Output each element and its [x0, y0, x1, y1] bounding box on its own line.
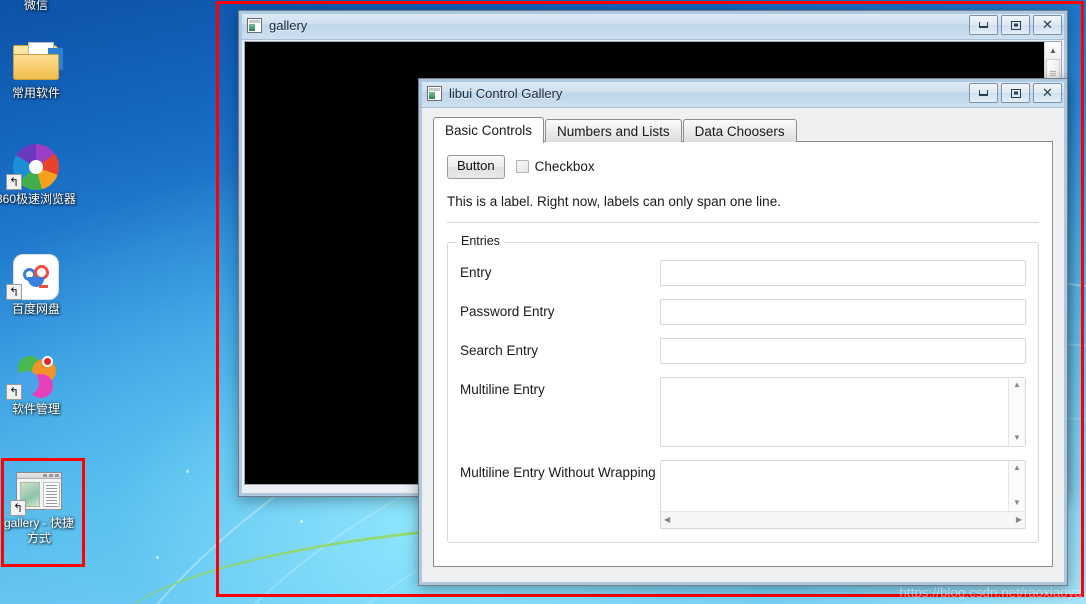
desktop-icon-label: 软件管理 [11, 402, 60, 416]
entry-input[interactable] [660, 259, 1026, 286]
description-label: This is a label. Right now, labels can o… [447, 193, 781, 209]
desktop-icon-wechat[interactable]: 微信 [0, 0, 78, 13]
checkbox-box-icon[interactable] [515, 160, 529, 174]
scroll-up-icon[interactable]: ▲ [1009, 461, 1025, 476]
desktop-icon-label: 微信 [23, 0, 48, 12]
form-row-multiline-entry: Multiline Entry ▲ ▼ [460, 376, 1026, 447]
baidu-netdisk-icon: ↰ [0, 252, 78, 302]
multiline-entry-no-wrap-control[interactable]: ▲ ▼ ◀ ▶ [660, 459, 1026, 529]
tab-numbers-and-lists[interactable]: Numbers and Lists [545, 119, 682, 142]
shortcut-arrow-icon: ↰ [6, 384, 22, 400]
desktop-icon-label: gallery - 快捷方式 [3, 516, 74, 545]
scroll-up-icon[interactable]: ▲ [1009, 378, 1025, 393]
close-button[interactable]: ✕ [1033, 15, 1062, 35]
form-row-entry: Entry [460, 259, 1026, 286]
desktop-icon-label: 常用软件 [11, 86, 60, 100]
multiline-entry-text-area[interactable] [661, 377, 1008, 446]
libui-control-gallery-window[interactable]: libui Control Gallery ✕ Basic Controls N… [418, 78, 1068, 586]
desktop-icon-label: 百度网盘 [11, 302, 60, 316]
tabpanel-basic-controls: Button Checkbox This is a label. Right n… [433, 141, 1053, 567]
wallpaper-sparkle [186, 470, 189, 473]
multiline-entry-label: Multiline Entry [460, 381, 545, 397]
pinwheel-360-icon: ↰ [0, 142, 78, 192]
basic-controls-row: Button Checkbox [447, 155, 1039, 179]
desktop-icon-label: 360极速浏览器 [0, 192, 77, 206]
gallery-window-icon: ↰ [0, 466, 78, 516]
checkbox-label: Checkbox [534, 159, 595, 175]
minimize-button[interactable] [969, 83, 998, 103]
maximize-button[interactable] [1001, 83, 1030, 103]
scroll-down-icon[interactable]: ▼ [1009, 431, 1025, 446]
folder-icon [0, 36, 78, 86]
search-entry-label: Search Entry [460, 342, 539, 358]
checkbox-control[interactable]: Checkbox [515, 159, 595, 175]
console-window-controls: ✕ [969, 15, 1062, 35]
shortcut-arrow-icon: ↰ [6, 284, 22, 300]
multiline-no-wrap-vertical-scrollbar[interactable]: ▲ ▼ [1008, 460, 1025, 511]
libui-client-area: Basic Controls Numbers and Lists Data Ch… [423, 109, 1063, 581]
entry-label: Entry [460, 264, 492, 280]
tab-label: Numbers and Lists [557, 123, 670, 139]
desktop-icon-browser-360[interactable]: ↰ 360极速浏览器 [0, 142, 78, 207]
desktop-icon-software-manager[interactable]: ↰ 软件管理 [0, 352, 78, 417]
close-button[interactable]: ✕ [1033, 83, 1062, 103]
tab-label: Data Choosers [694, 123, 785, 139]
console-window-title: gallery [269, 17, 308, 33]
flower-icon: ↰ [0, 352, 78, 402]
password-entry-label: Password Entry [460, 303, 555, 319]
form-row-password-entry: Password Entry [460, 298, 1026, 325]
tab-label: Basic Controls [445, 123, 533, 138]
multiline-entry-no-wrap-label: Multiline Entry Without Wrapping [460, 464, 656, 480]
libui-window-title: libui Control Gallery [449, 85, 563, 101]
scroll-up-icon[interactable]: ▲ [1045, 42, 1061, 59]
multiline-entry-control[interactable]: ▲ ▼ [660, 376, 1026, 447]
entries-groupbox-title: Entries [457, 233, 504, 248]
tabstrip: Basic Controls Numbers and Lists Data Ch… [433, 117, 1053, 143]
desktop-icon-baidu-netdisk[interactable]: ↰ 百度网盘 [0, 252, 78, 317]
tab-basic-controls[interactable]: Basic Controls [433, 117, 545, 143]
multiline-entry-no-wrap-text-area[interactable] [661, 460, 1008, 511]
libui-window-titlebar[interactable]: libui Control Gallery ✕ [419, 79, 1067, 108]
wallpaper-sparkle [156, 556, 159, 559]
libui-app-icon [427, 85, 442, 101]
scroll-left-icon[interactable]: ◀ [664, 515, 670, 524]
form-row-search-entry: Search Entry [460, 337, 1026, 364]
multiline-entry-vertical-scrollbar[interactable]: ▲ ▼ [1008, 377, 1025, 446]
tab-data-choosers[interactable]: Data Choosers [682, 119, 797, 142]
console-app-icon [247, 17, 262, 33]
scroll-down-icon[interactable]: ▼ [1009, 496, 1025, 511]
console-window-titlebar[interactable]: gallery ✕ [239, 11, 1067, 40]
horizontal-separator [447, 221, 1039, 223]
watermark: https://blog.csdn.net/raoxiaoya [899, 585, 1082, 600]
entries-groupbox: Entries Entry Password Entry Search Entr… [447, 233, 1039, 543]
shortcut-arrow-icon: ↰ [6, 174, 22, 190]
password-entry-input[interactable] [660, 298, 1026, 325]
desktop-icon-common-software[interactable]: 常用软件 [0, 36, 78, 101]
minimize-button[interactable] [969, 15, 998, 35]
search-entry-input[interactable] [660, 337, 1026, 364]
scroll-right-icon[interactable]: ▶ [1016, 515, 1022, 524]
multiline-no-wrap-horizontal-scrollbar[interactable]: ◀ ▶ [661, 510, 1025, 528]
libui-window-controls: ✕ [969, 83, 1062, 103]
button-control[interactable]: Button [447, 155, 505, 179]
desktop-icon-gallery-shortcut[interactable]: ↰ gallery - 快捷方式 [0, 466, 78, 546]
shortcut-arrow-icon: ↰ [10, 500, 26, 516]
wallpaper-sparkle [300, 520, 303, 523]
maximize-button[interactable] [1001, 15, 1030, 35]
form-row-multiline-entry-no-wrap: Multiline Entry Without Wrapping ▲ ▼ ◀ ▶ [460, 459, 1026, 529]
